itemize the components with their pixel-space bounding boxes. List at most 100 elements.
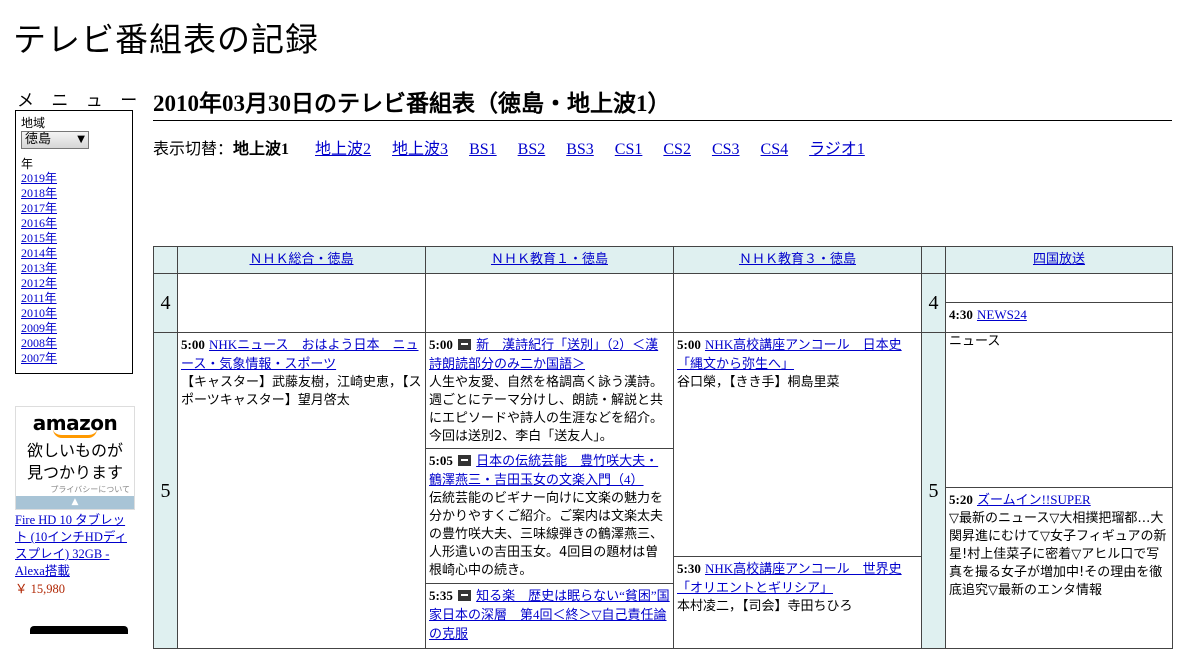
year-link[interactable]: 2008年	[21, 336, 127, 351]
program-desc: ニュース	[949, 334, 1001, 349]
channel-header: ＮＨＫ教育１・徳島	[425, 246, 674, 274]
program-title[interactable]: NHK高校講座アンコール 世界史「オリエントとギリシア」	[677, 561, 902, 595]
program-desc: 人生や友愛、自然を格調高く詠う漢詩。週ごとにテーマ分けし、朗読・解説と共にエピソ…	[429, 375, 664, 444]
page-title: 2010年03月30日のテレビ番組表（徳島・地上波1）	[153, 84, 1172, 121]
ad-privacy-link[interactable]: プライバシーについて	[16, 484, 134, 495]
program: 5:00 新 漢詩紀行「送別」（2）＜漢詩朗読部分のみ二か国語＞ 人生や友愛、自…	[426, 333, 673, 448]
year-link[interactable]: 2013年	[21, 261, 127, 276]
year-label: 年	[21, 157, 34, 171]
program-grid: ＮＨＫ総合・徳島 ＮＨＫ教育１・徳島 ＮＨＫ教育３・徳島 四国放送 4 4 4:…	[153, 246, 1173, 649]
program: 5:05 日本の伝統芸能 豊竹咲大夫・鶴澤燕三・吉田玉女の文楽入門（4） 伝統芸…	[426, 448, 673, 583]
program-title[interactable]: NEWS24	[977, 307, 1027, 322]
year-link[interactable]: 2016年	[21, 216, 127, 231]
amazon-ad-banner[interactable]: amazon 欲しいものが 見つかります プライバシーについて ▲	[15, 406, 135, 510]
program-time: 4:30	[949, 307, 973, 322]
program-time: 5:20	[949, 492, 973, 507]
year-link[interactable]: 2018年	[21, 186, 127, 201]
program-desc: 伝統芸能のビギナー向けに文楽の魅力を分かりやすくご紹介。ご案内は文楽太夫の豊竹咲…	[429, 491, 664, 578]
channel-header: ＮＨＫ総合・徳島	[177, 246, 426, 274]
program-cell: 5:00 新 漢詩紀行「送別」（2）＜漢詩朗読部分のみ二か国語＞ 人生や友愛、自…	[425, 332, 674, 649]
program-time: 5:35	[429, 588, 453, 603]
switcher-link[interactable]: BS2	[518, 141, 546, 158]
channel-link[interactable]: ＮＨＫ総合・徳島	[249, 252, 353, 267]
program-desc: ▽最新のニュース▽大相撲把瑠都…大関昇進にむけて▽女子フィギュアの新星!村上佳菜…	[949, 511, 1167, 598]
region-select[interactable]: 徳島 ▼	[21, 131, 89, 149]
switcher-link[interactable]: CS1	[615, 141, 643, 158]
year-link[interactable]: 2014年	[21, 246, 127, 261]
caret-up-icon: ▲	[71, 497, 79, 507]
year-link[interactable]: 2019年	[21, 171, 127, 186]
program: 5:35 知る楽 歴史は眠らない“貧困”国家日本の深層 第4回＜終＞▽自己責任論…	[426, 583, 673, 648]
channel-header: ＮＨＫ教育３・徳島	[673, 246, 922, 274]
hour-label: 5	[921, 332, 946, 649]
region-label: 地域	[21, 116, 46, 130]
switcher-link[interactable]: CS3	[712, 141, 740, 158]
program-time: 5:00	[429, 337, 453, 352]
empty-slot	[425, 273, 674, 333]
empty-slot	[946, 274, 1172, 302]
program-desc: 【キャスター】武藤友樹，江崎史恵，【スポーツキャスター】望月啓太	[181, 375, 422, 408]
subtitle-icon	[457, 339, 471, 350]
channel-header: 四国放送	[945, 246, 1173, 274]
year-link[interactable]: 2015年	[21, 231, 127, 246]
year-link[interactable]: 2009年	[21, 321, 127, 336]
switcher-label: 表示切替：	[153, 141, 234, 158]
program-time: 5:00	[677, 337, 701, 352]
ad-product-link[interactable]: Fire HD 10 タブレット (10インチHDディスプレイ) 32GB - …	[15, 513, 127, 578]
menu-box: 地域 徳島 ▼ 年 2019年 2018年 2017年 2016年 2015年 …	[15, 110, 133, 374]
switcher-link[interactable]: CS4	[761, 141, 789, 158]
program-title[interactable]: NHKニュース おはよう日本 ニュース・気象情報・スポーツ	[181, 337, 419, 371]
program-time: 5:30	[677, 561, 701, 576]
program: 5:20 ズームイン!!SUPER ▽最新のニュース▽大相撲把瑠都…大関昇進にむ…	[946, 487, 1172, 604]
switcher-link[interactable]: ラジオ1	[809, 141, 865, 158]
grid-corner	[921, 246, 946, 274]
switcher-link[interactable]: CS2	[663, 141, 691, 158]
program-time: 5:05	[429, 453, 453, 468]
channel-link[interactable]: ＮＨＫ教育１・徳島	[491, 252, 608, 267]
switcher-link[interactable]: 地上波3	[392, 141, 448, 158]
hour-label: 4	[153, 273, 178, 333]
year-link[interactable]: 2007年	[21, 351, 127, 366]
empty-slot	[673, 273, 922, 333]
switcher-current: 地上波1	[233, 141, 290, 158]
ad-copy-line1: 欲しいものが	[26, 441, 123, 460]
program-title[interactable]: NHK高校講座アンコール 日本史「縄文から弥生へ」	[677, 337, 902, 371]
program-cell: 5:00 NHK高校講座アンコール 日本史「縄文から弥生へ」 谷口榮，【きき手】…	[673, 332, 922, 649]
program-desc-block: ニュース	[946, 311, 1172, 487]
program: 5:00 NHK高校講座アンコール 日本史「縄文から弥生へ」 谷口榮，【きき手】…	[674, 333, 921, 556]
ad-expand-bar[interactable]: ▲	[16, 496, 134, 509]
program-desc: 谷口榮，【きき手】桐島里菜	[677, 375, 840, 390]
year-link[interactable]: 2010年	[21, 306, 127, 321]
ad-product: Fire HD 10 タブレット (10インチHDディスプレイ) 32GB - …	[15, 512, 137, 598]
channel-link[interactable]: ＮＨＫ教育３・徳島	[739, 252, 856, 267]
year-link[interactable]: 2017年	[21, 201, 127, 216]
switcher-link[interactable]: BS3	[566, 141, 594, 158]
channel-link[interactable]: 四国放送	[1033, 252, 1085, 267]
switcher-link[interactable]: BS1	[469, 141, 497, 158]
year-link[interactable]: 2011年	[21, 291, 127, 306]
subtitle-icon	[457, 455, 471, 466]
year-list: 2019年 2018年 2017年 2016年 2015年 2014年 2013…	[21, 171, 127, 366]
program: 5:00 NHKニュース おはよう日本 ニュース・気象情報・スポーツ 【キャスタ…	[178, 333, 425, 414]
hour-label: 5	[153, 332, 178, 649]
ad-product-price: ￥ 15,980	[15, 582, 66, 596]
ad-button-partial[interactable]	[30, 626, 128, 634]
channel-switcher: 表示切替：地上波1 地上波2 地上波3 BS1 BS2 BS3 CS1 CS2 …	[153, 135, 865, 159]
empty-slot	[177, 273, 426, 333]
grid-corner	[153, 246, 178, 274]
data-broadcast-icon	[457, 590, 471, 601]
chevron-down-icon: ▼	[77, 134, 85, 145]
program-cell: ニュース 5:20 ズームイン!!SUPER ▽最新のニュース▽大相撲把瑠都…大…	[945, 332, 1173, 649]
ad-copy-line2: 見つかります	[26, 463, 123, 482]
program-cell: 5:00 NHKニュース おはよう日本 ニュース・気象情報・スポーツ 【キャスタ…	[177, 332, 426, 649]
program-time: 5:00	[181, 337, 205, 352]
year-link[interactable]: 2012年	[21, 276, 127, 291]
site-title: テレビ番組表の記録	[13, 20, 319, 59]
switcher-link[interactable]: 地上波2	[315, 141, 371, 158]
menu-label: メ ニ ュ ー	[17, 91, 144, 111]
hour-label: 4	[921, 273, 946, 333]
amazon-logo: amazon	[32, 411, 118, 435]
program-title[interactable]: ズームイン!!SUPER	[977, 492, 1091, 507]
program: 5:30 NHK高校講座アンコール 世界史「オリエントとギリシア」 本村凌二，【…	[674, 556, 921, 620]
region-select-value: 徳島	[25, 132, 52, 147]
